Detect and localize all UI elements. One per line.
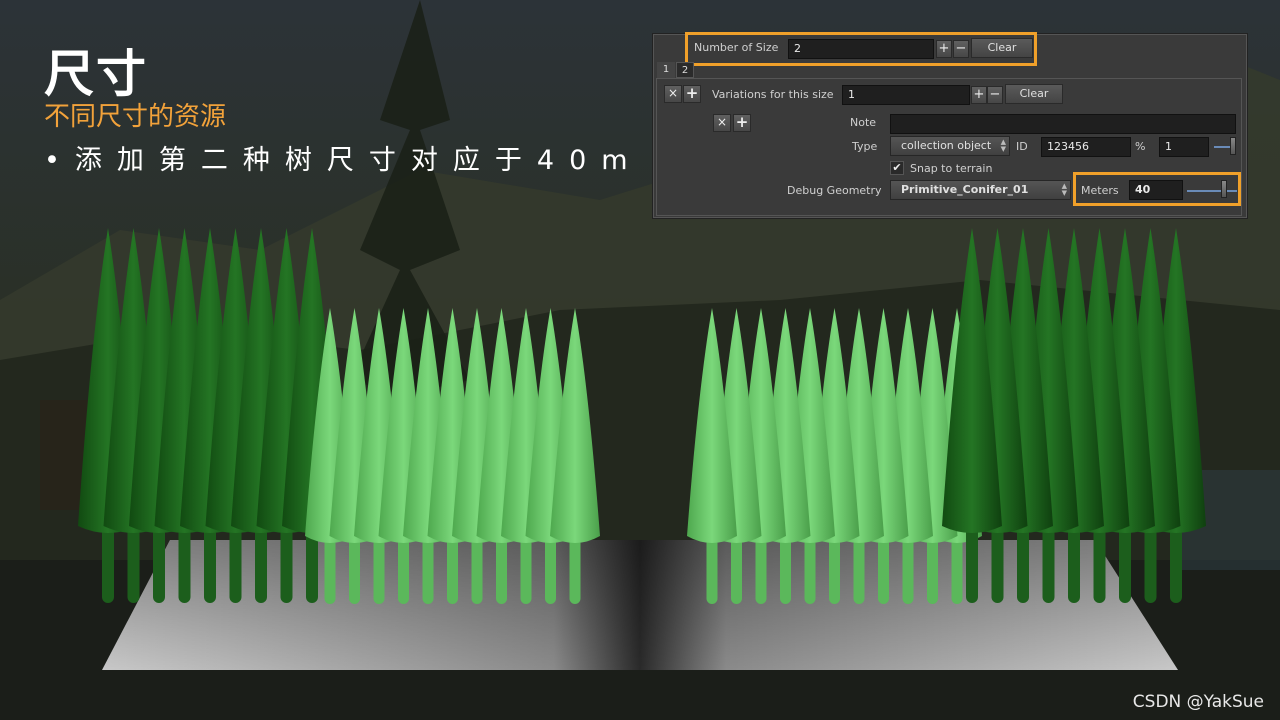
id-field[interactable]: 123456 xyxy=(1041,137,1131,157)
size-settings-panel: Number of Size 2 + − Clear 1 2 × + Varia… xyxy=(652,32,1248,219)
debug-geometry-dropdown[interactable]: Primitive_Conifer_01 ▲ ▼ xyxy=(890,180,1071,200)
updown-arrows-icon: ▲ ▼ xyxy=(1061,182,1067,197)
variations-field[interactable]: 1 xyxy=(842,85,970,105)
percent-label: % xyxy=(1135,140,1146,153)
variations-increment-button[interactable]: + xyxy=(971,86,987,104)
note-field[interactable] xyxy=(890,114,1236,134)
type-dropdown-value: collection object xyxy=(901,139,992,152)
id-label: ID xyxy=(1016,140,1028,153)
percent-field[interactable]: 1 xyxy=(1159,137,1209,157)
watermark: CSDN @YakSue xyxy=(1132,692,1264,712)
number-of-size-highlight xyxy=(685,32,1037,66)
add-variation-button[interactable]: + xyxy=(733,114,751,132)
remove-size-button[interactable]: × xyxy=(664,85,682,103)
remove-variation-button[interactable]: × xyxy=(713,114,731,132)
tab-size-1[interactable]: 1 xyxy=(657,62,675,78)
tab-size-2[interactable]: 2 xyxy=(676,62,694,78)
variations-clear-button[interactable]: Clear xyxy=(1005,84,1063,104)
slide-subtitle: 不同尺寸的资源 xyxy=(44,102,227,132)
variations-label: Variations for this size xyxy=(712,88,834,101)
snap-to-terrain-label: Snap to terrain xyxy=(910,162,993,175)
updown-arrows-icon: ▲ ▼ xyxy=(1000,138,1006,153)
note-label: Note xyxy=(850,116,877,129)
snap-to-terrain-checkbox[interactable]: ✔ xyxy=(890,161,904,175)
slide-bullet: •添加第二种树尺寸对应于40m xyxy=(44,145,643,176)
variations-decrement-button[interactable]: − xyxy=(987,86,1003,104)
add-size-button[interactable]: + xyxy=(683,85,701,103)
percent-slider-handle[interactable] xyxy=(1230,137,1236,155)
debug-geometry-dropdown-value: Primitive_Conifer_01 xyxy=(901,183,1029,196)
type-label: Type xyxy=(852,140,878,153)
debug-geometry-label: Debug Geometry xyxy=(787,184,882,197)
meters-highlight xyxy=(1073,172,1241,206)
type-dropdown[interactable]: collection object ▲ ▼ xyxy=(890,136,1010,156)
